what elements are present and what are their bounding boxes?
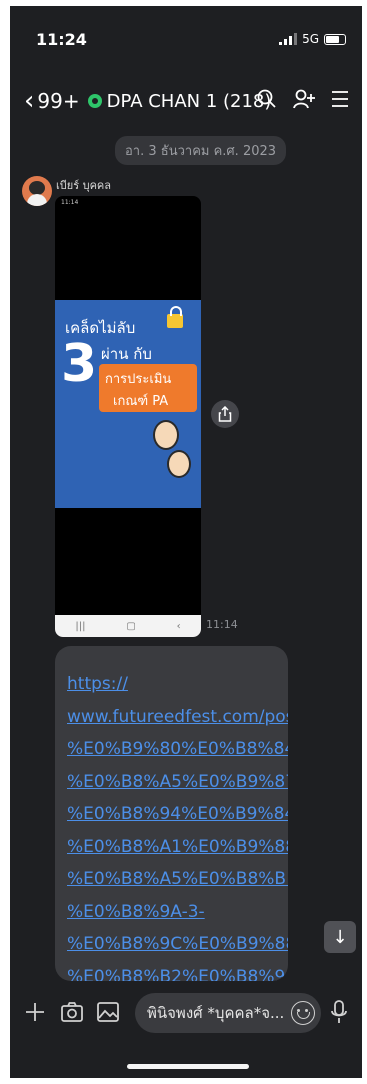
add-friend-icon[interactable] [292, 88, 316, 110]
phone-screen: 11:24 5G ‹ 99+ DPA CHAN 1 (218) อา. 3 ธั… [10, 6, 362, 1078]
header-actions [256, 88, 350, 110]
message-input-bar: พินิจพงศ์ *บุคคล*จ... [10, 981, 362, 1041]
share-icon [218, 406, 232, 422]
search-icon[interactable] [256, 88, 278, 110]
microphone-icon[interactable] [330, 999, 348, 1025]
home-icon: ▢ [126, 620, 136, 632]
status-bar: 11:24 5G [10, 6, 362, 72]
poster-line-2: ผ่าน กับ [101, 345, 152, 363]
menu-icon[interactable] [330, 88, 350, 110]
unread-count: 99+ [37, 89, 80, 113]
sender-avatar[interactable] [22, 176, 52, 206]
link-text[interactable]: https:// [67, 668, 288, 701]
recent-apps-icon: ||| [75, 620, 86, 632]
signal-icon [279, 33, 298, 45]
gallery-icon[interactable] [96, 1001, 120, 1023]
link-message: https:// www.futureedfest.com/post/ %E0%… [55, 646, 288, 981]
message-time: 11:14 [206, 618, 238, 631]
arrow-down-icon: ↓ [332, 926, 348, 948]
emoji-icon[interactable] [291, 1001, 315, 1025]
home-indicator[interactable] [127, 1064, 249, 1069]
share-button[interactable] [211, 400, 239, 428]
link-text[interactable]: %E0%B8%B2%E0%B8%99 [67, 961, 288, 982]
chat-header: ‹ 99+ DPA CHAN 1 (218) [10, 76, 362, 126]
image-status-time: 11:14 [61, 199, 79, 206]
lock-icon [167, 306, 183, 328]
poster-line-4: เกณฑ์ PA [113, 394, 169, 409]
speaker-illustration [167, 450, 191, 478]
chevron-left-icon: ‹ [24, 86, 35, 116]
sender-name: เบียร์ บุคคล [56, 179, 112, 192]
link-text[interactable]: %E0%B8%A5%E0%B8%B1 [67, 863, 288, 896]
poster-line-3: การประเมิน [105, 372, 172, 387]
status-time: 11:24 [36, 30, 87, 49]
link-text[interactable]: %E0%B9%80%E0%B8%84 [67, 733, 288, 766]
link-text[interactable]: %E0%B8%9A-3- [67, 896, 288, 929]
image-nav-bar: ||| ▢ ‹ [55, 615, 201, 637]
camera-icon[interactable] [60, 1001, 84, 1023]
link-text[interactable]: %E0%B8%A5%E0%B9%87 [67, 766, 288, 799]
status-indicators: 5G [279, 32, 346, 46]
link-text[interactable]: %E0%B8%9C%E0%B9%88 [67, 928, 288, 961]
image-status-bar: 11:14 [55, 196, 201, 210]
message-input-text: พินิจพงศ์ *บุคคล*จ... [147, 1004, 285, 1022]
date-separator: อา. 3 ธันวาคม ค.ศ. 2023 [115, 136, 287, 165]
poster-image: เคล็ดไม่ลับ 3 ผ่าน กับ การประเมิน เกณฑ์ … [55, 300, 201, 508]
image-message[interactable]: 11:14 เคล็ดไม่ลับ 3 ผ่าน กับ การประเมิน … [55, 196, 201, 637]
battery-icon [324, 33, 346, 45]
chat-title[interactable]: DPA CHAN 1 (218) [107, 91, 272, 112]
link-text[interactable]: %E0%B8%A1%E0%B9%88 [67, 831, 288, 864]
back-button[interactable]: ‹ 99+ [24, 88, 80, 114]
message-input[interactable]: พินิจพงศ์ *บุคคล*จ... [135, 993, 321, 1033]
link-text[interactable]: %E0%B8%94%E0%B9%84 [67, 798, 288, 831]
back-nav-icon: ‹ [176, 620, 181, 632]
speaker-illustration [153, 420, 179, 450]
plus-icon[interactable] [24, 1001, 46, 1023]
group-status-icon [87, 94, 102, 108]
scroll-to-bottom-button[interactable]: ↓ [324, 921, 356, 953]
network-label: 5G [302, 32, 319, 46]
poster-number: 3 [61, 334, 98, 394]
link-text[interactable]: www.futureedfest.com/post/ [67, 701, 288, 734]
